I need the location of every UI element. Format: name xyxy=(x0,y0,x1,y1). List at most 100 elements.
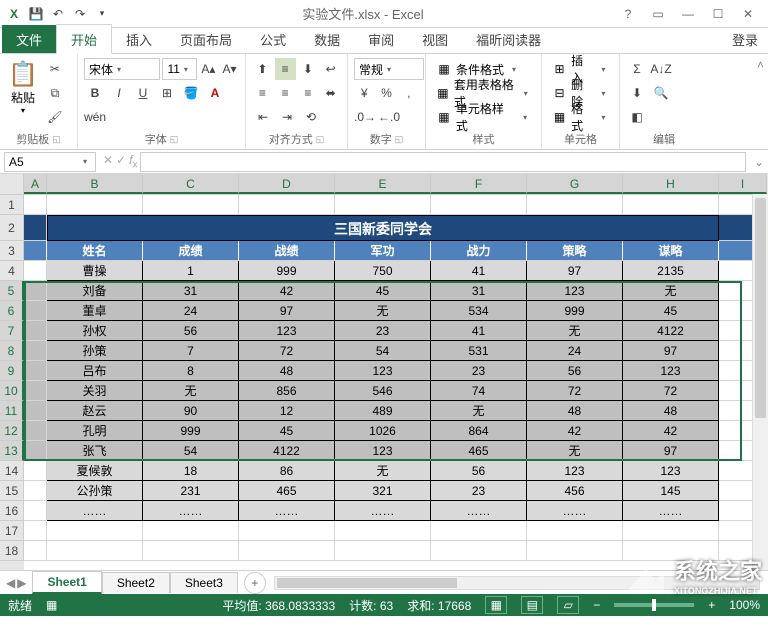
cell[interactable] xyxy=(24,215,47,241)
cell[interactable]: 86 xyxy=(239,461,335,481)
expand-formula-icon[interactable]: ⌄ xyxy=(750,155,768,169)
indent-dec-icon[interactable]: ⇤ xyxy=(252,106,274,128)
cell[interactable]: 姓名 xyxy=(47,241,143,261)
cell[interactable]: 无 xyxy=(527,321,623,341)
zoom-level[interactable]: 100% xyxy=(729,598,760,612)
cell[interactable] xyxy=(431,541,527,561)
cell[interactable]: 145 xyxy=(623,481,719,501)
cell[interactable]: 56 xyxy=(431,461,527,481)
cell[interactable]: 31 xyxy=(143,281,239,301)
cell[interactable]: 24 xyxy=(527,341,623,361)
cell[interactable]: 谋略 xyxy=(623,241,719,261)
col-E[interactable]: E xyxy=(335,174,431,194)
col-B[interactable]: B xyxy=(47,174,143,194)
font-name-combo[interactable]: 宋体▾ xyxy=(84,58,160,80)
horizontal-scrollbar[interactable] xyxy=(274,576,760,590)
cell[interactable]: 关羽 xyxy=(47,381,143,401)
undo-icon[interactable]: ↶ xyxy=(48,4,68,24)
row-1[interactable]: 1 xyxy=(0,195,24,215)
cell[interactable]: 72 xyxy=(623,381,719,401)
col-A[interactable]: A xyxy=(24,174,47,194)
cell[interactable] xyxy=(431,195,527,215)
add-sheet-button[interactable]: + xyxy=(244,572,266,594)
cell[interactable]: 864 xyxy=(431,421,527,441)
sheet-tab-2[interactable]: Sheet2 xyxy=(102,572,170,593)
ribbon-opts-icon[interactable]: ▭ xyxy=(644,4,672,24)
cell[interactable] xyxy=(143,195,239,215)
cell[interactable]: 45 xyxy=(335,281,431,301)
cell[interactable]: 123 xyxy=(527,281,623,301)
cell[interactable]: 成绩 xyxy=(143,241,239,261)
cell[interactable] xyxy=(239,195,335,215)
cell[interactable]: 72 xyxy=(239,341,335,361)
row-3[interactable]: 3 xyxy=(0,241,24,261)
cell[interactable]: …… xyxy=(143,501,239,521)
qat-dropdown-icon[interactable]: ▾ xyxy=(92,4,112,24)
name-box[interactable]: A5▾ xyxy=(4,152,96,172)
row-7[interactable]: 7 xyxy=(0,321,24,341)
tab-file[interactable]: 文件 xyxy=(2,25,56,53)
indent-inc-icon[interactable]: ⇥ xyxy=(276,106,298,128)
cell[interactable]: 孙策 xyxy=(47,341,143,361)
border-icon[interactable]: ⊞ xyxy=(156,82,178,104)
cell[interactable]: 夏候敦 xyxy=(47,461,143,481)
cell[interactable]: 董卓 xyxy=(47,301,143,321)
cell[interactable]: 42 xyxy=(527,421,623,441)
cell[interactable]: 4122 xyxy=(239,441,335,461)
cell[interactable] xyxy=(47,541,143,561)
cell[interactable]: 4122 xyxy=(623,321,719,341)
percent-icon[interactable]: % xyxy=(376,82,396,104)
cell[interactable] xyxy=(335,195,431,215)
cell[interactable]: 531 xyxy=(431,341,527,361)
row-13[interactable]: 13 xyxy=(0,441,24,461)
select-all-corner[interactable] xyxy=(0,174,24,194)
align-right-icon[interactable]: ≡ xyxy=(298,82,319,104)
italic-icon[interactable]: I xyxy=(108,82,130,104)
cell[interactable]: 54 xyxy=(143,441,239,461)
dec-decimal-icon[interactable]: ←.0 xyxy=(378,106,400,128)
cell[interactable]: …… xyxy=(335,501,431,521)
col-F[interactable]: F xyxy=(431,174,527,194)
cell[interactable]: 97 xyxy=(623,441,719,461)
cell[interactable]: 无 xyxy=(623,281,719,301)
cell[interactable]: …… xyxy=(431,501,527,521)
cell[interactable] xyxy=(24,401,47,421)
cell[interactable] xyxy=(24,461,47,481)
cell[interactable]: 战力 xyxy=(431,241,527,261)
col-C[interactable]: C xyxy=(143,174,239,194)
font-launcher-icon[interactable]: ◱ xyxy=(170,134,179,145)
format-painter-icon[interactable]: 🖌 xyxy=(44,106,66,128)
cell[interactable]: 23 xyxy=(335,321,431,341)
cell[interactable] xyxy=(47,521,143,541)
align-left-icon[interactable]: ≡ xyxy=(252,82,273,104)
cell[interactable]: 54 xyxy=(335,341,431,361)
cell[interactable]: 48 xyxy=(239,361,335,381)
cell[interactable] xyxy=(431,521,527,541)
cell[interactable] xyxy=(143,541,239,561)
comma-icon[interactable]: , xyxy=(399,82,419,104)
maximize-icon[interactable]: ☐ xyxy=(704,4,732,24)
font-size-combo[interactable]: 11▾ xyxy=(162,58,196,80)
cell[interactable] xyxy=(24,501,47,521)
cell[interactable]: 97 xyxy=(623,341,719,361)
grow-font-icon[interactable]: A▴ xyxy=(199,58,218,80)
underline-icon[interactable]: U xyxy=(132,82,154,104)
cell[interactable] xyxy=(24,381,47,401)
cell[interactable]: 1026 xyxy=(335,421,431,441)
close-icon[interactable]: ✕ xyxy=(734,4,762,24)
cancel-formula-icon[interactable]: ✕ xyxy=(103,153,113,170)
shrink-font-icon[interactable]: A▾ xyxy=(220,58,239,80)
cell[interactable] xyxy=(47,195,143,215)
cell[interactable]: 1 xyxy=(143,261,239,281)
row-15[interactable]: 15 xyxy=(0,481,24,501)
cell[interactable]: 刘备 xyxy=(47,281,143,301)
cell[interactable] xyxy=(24,361,47,381)
cell[interactable]: 12 xyxy=(239,401,335,421)
cell[interactable]: 军功 xyxy=(335,241,431,261)
clear-icon[interactable]: ◧ xyxy=(626,106,648,128)
wrap-text-icon[interactable]: ↩ xyxy=(320,58,341,80)
collapse-ribbon-icon[interactable]: ˄ xyxy=(753,54,768,149)
format-button[interactable]: ▦格式▾ xyxy=(548,106,613,128)
cell[interactable] xyxy=(623,541,719,561)
autosum-icon[interactable]: Σ xyxy=(626,58,648,80)
